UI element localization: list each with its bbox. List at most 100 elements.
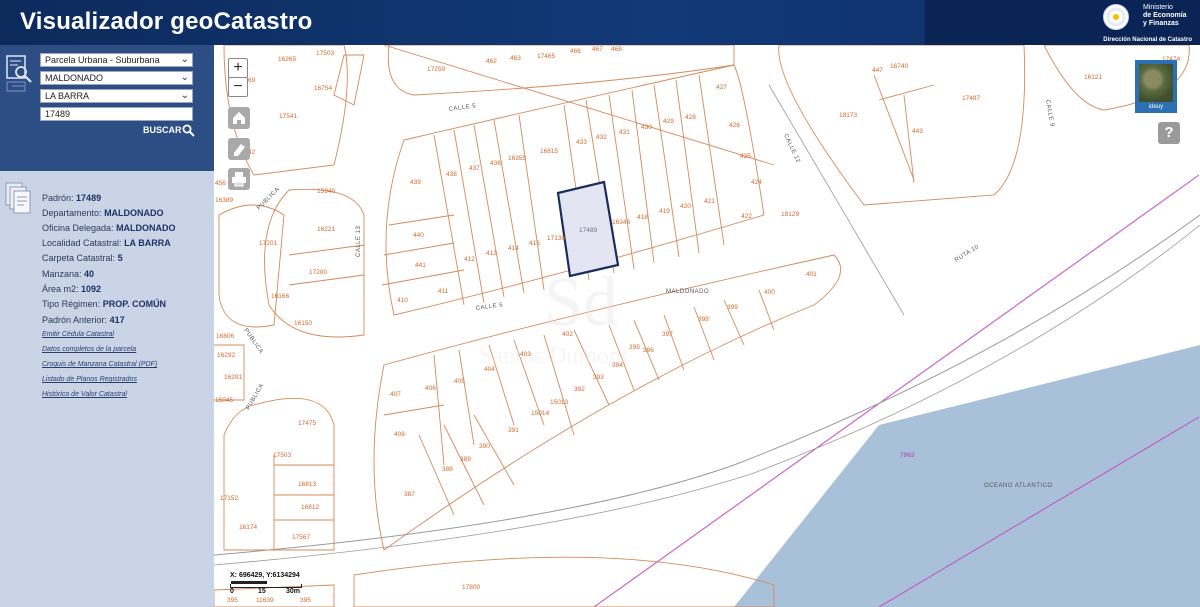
coordinates-readout: X: 696429, Y:6134294 xyxy=(230,572,300,579)
watermark-letters: Sd xyxy=(544,264,618,341)
parcel-label: 466 xyxy=(570,48,581,55)
info-padron-anterior: Padrón Anterior: 417 xyxy=(42,315,125,325)
parcel-label: 389 xyxy=(460,456,471,463)
home-button[interactable] xyxy=(228,107,250,129)
parcel-label: 17152 xyxy=(220,495,238,502)
parcel-label: 437 xyxy=(469,165,480,172)
print-button[interactable] xyxy=(228,168,250,190)
parcel-label: 16806 xyxy=(216,333,234,340)
chevron-down-icon: ⌄ xyxy=(180,72,189,83)
parcel-label: 16166 xyxy=(271,293,289,300)
home-icon xyxy=(233,112,245,124)
parcel-label: 17259 xyxy=(427,66,445,73)
parcel-label: 433 xyxy=(576,139,587,146)
eraser-icon xyxy=(234,144,245,156)
parcel-label: 426 xyxy=(729,122,740,129)
parcel-label: 467 xyxy=(592,46,603,53)
info-value: MALDONADO xyxy=(104,208,164,218)
info-area: Área m2: 1092 xyxy=(42,284,101,294)
parcel-label: 462 xyxy=(486,58,497,65)
scale-label: 15 xyxy=(258,588,266,595)
info-value: 5 xyxy=(117,253,123,263)
parcel-label: 413 xyxy=(486,250,497,257)
parcel-label: 419 xyxy=(659,208,670,215)
map-canvas[interactable]: Sd Santos Dumont CALLE 5 CALLE 12 CALLE … xyxy=(214,45,1200,607)
street-label: CALLE 9 xyxy=(1044,99,1055,127)
locality-value: LA BARRA xyxy=(45,91,90,101)
parcel-label: 441 xyxy=(415,262,426,269)
zoom-in-button[interactable]: + xyxy=(228,58,248,78)
street-label: RUTA 10 xyxy=(954,244,981,264)
info-value: 40 xyxy=(84,269,95,279)
parcel-label: 17541 xyxy=(279,113,297,120)
link-emitir-cedula[interactable]: Emitir Cédula Catastral xyxy=(42,331,114,338)
department-select[interactable]: MALDONADO ⌄ xyxy=(40,71,193,85)
parcel-label: 440 xyxy=(413,232,424,239)
parcel-label: 401 xyxy=(806,271,817,278)
parcel-label: 17475 xyxy=(298,420,316,427)
search-icon[interactable] xyxy=(182,124,195,137)
parcel-label: 443 xyxy=(912,128,923,135)
parcel-label: 428 xyxy=(685,114,696,121)
parcel-type-select[interactable]: Parcela Urbana - Suburbana ⌄ xyxy=(40,53,193,67)
parcel-label: 415 xyxy=(529,240,540,247)
parcel-label: 16221 xyxy=(317,226,335,233)
document-search-icon xyxy=(6,55,32,92)
basemap-thumbnail[interactable]: ideuy xyxy=(1135,60,1177,113)
locality-select[interactable]: LA BARRA ⌄ xyxy=(40,89,193,103)
parcel-label: 439 xyxy=(410,179,421,186)
parcel-label: 410 xyxy=(397,297,408,304)
info-label: Tipo Régimen: xyxy=(42,299,101,309)
info-carpeta: Carpeta Catastral: 5 xyxy=(42,253,123,263)
parcel-label: 432 xyxy=(596,134,607,141)
parcel-label: 395 xyxy=(300,597,311,604)
parcel-label: 15940 xyxy=(317,188,335,195)
parcel-label: 402 xyxy=(562,331,573,338)
ministry-line3: y Finanzas xyxy=(1143,20,1179,27)
block-outline xyxy=(353,556,775,607)
printer-icon xyxy=(232,172,246,187)
parcel-label: 16389 xyxy=(215,197,233,204)
street-label: OCEANO ATLANTICO xyxy=(984,483,1053,489)
parcel-label: 396 xyxy=(643,347,654,354)
help-button[interactable]: ? xyxy=(1158,122,1180,144)
parcel-label: 403 xyxy=(520,351,531,358)
padron-input[interactable]: 17489 xyxy=(40,107,193,121)
info-label: Carpeta Catastral: xyxy=(42,253,116,263)
satellite-thumbnail-icon xyxy=(1139,64,1173,102)
info-label: Localidad Catastral: xyxy=(42,238,122,248)
parcel-label: 411 xyxy=(438,288,449,295)
cadastral-map[interactable]: Sd Santos Dumont CALLE 5 CALLE 12 CALLE … xyxy=(214,45,1200,607)
parcel-label: 388 xyxy=(442,466,453,473)
parcel-label: 17487 xyxy=(962,95,980,102)
sun-seal-icon xyxy=(1103,4,1129,30)
parcel-label: 438 xyxy=(446,171,457,178)
link-historico-valor[interactable]: Histórico de Valor Catastral xyxy=(42,391,127,398)
info-value: 17489 xyxy=(76,193,102,203)
parcel-label: 16174 xyxy=(239,524,257,531)
street-label: CALLE 13 xyxy=(356,225,362,257)
parcel-label: 391 xyxy=(508,427,519,434)
parcel-label: 447 xyxy=(872,67,883,74)
ministry-line1: Ministerio xyxy=(1143,4,1173,11)
parcel-label: 427 xyxy=(716,84,727,91)
link-croquis-manzana[interactable]: Croquis de Manzana Catastral (PDF) xyxy=(42,361,157,368)
zoom-out-button[interactable]: − xyxy=(228,77,248,97)
street-label: PUBLICA xyxy=(242,328,264,355)
info-value: 1092 xyxy=(81,284,102,294)
search-button[interactable]: BUSCAR xyxy=(143,125,182,135)
parcel-label: 18129 xyxy=(781,211,799,218)
parcel-label: 11639 xyxy=(256,597,274,604)
chevron-down-icon: ⌄ xyxy=(180,90,189,101)
link-listado-planos[interactable]: Listado de Planos Registrados xyxy=(42,376,137,383)
parcel-label: 16346 xyxy=(612,219,630,226)
parcel-label: 387 xyxy=(404,491,415,498)
link-datos-completos[interactable]: Datos completos de la parcela xyxy=(42,346,136,353)
info-label: Manzana: xyxy=(42,269,82,279)
block-outline xyxy=(333,54,365,106)
erase-button[interactable] xyxy=(228,138,250,160)
parcel-label: 406 xyxy=(425,385,436,392)
street-label: CALLE 12 xyxy=(782,133,801,164)
parcel-label: 395 xyxy=(629,344,640,351)
ministry-logo-block: Ministerio de Economía y Finanzas Direcc… xyxy=(925,0,1200,45)
